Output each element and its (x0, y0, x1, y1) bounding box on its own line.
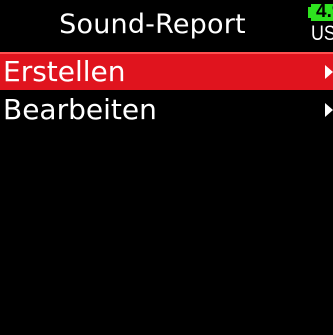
menu-item-label: Erstellen (3, 55, 126, 88)
chevron-right-icon (325, 65, 333, 79)
battery-indicator: 4.9 USB (308, 1, 333, 50)
power-source-label: USB (311, 22, 333, 45)
menu-item-bearbeiten[interactable]: Bearbeiten (0, 92, 333, 128)
menu-item-label: Bearbeiten (3, 93, 157, 126)
battery-icon: 4.9 (311, 1, 333, 22)
chevron-right-icon (325, 103, 333, 117)
screen: Sound-Report 4.9 USB Erstellen Bearbeite… (0, 0, 333, 335)
header: Sound-Report 4.9 USB (0, 0, 333, 52)
menu-item-erstellen[interactable]: Erstellen (0, 52, 333, 90)
menu-list: Erstellen Bearbeiten (0, 52, 333, 130)
page-title: Sound-Report (59, 9, 246, 40)
battery-voltage: 4.9 (316, 1, 333, 22)
